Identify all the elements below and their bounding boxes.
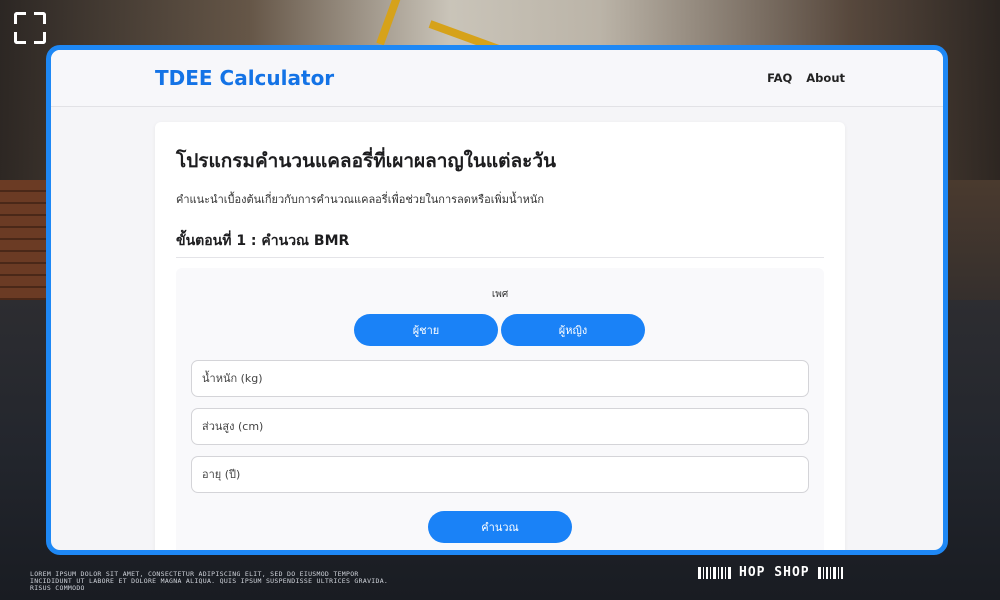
weight-input[interactable] — [191, 360, 809, 397]
lorem-caption: LOREM IPSUM DOLOR SIT AMET, CONSECTETUR … — [30, 570, 389, 592]
calculator-card: โปรแกรมคำนวนแคลอรี่ที่เผาผลาญในแต่ละวัน … — [155, 122, 845, 550]
navbar: TDEE Calculator FAQ About — [51, 50, 943, 107]
gender-label: เพศ — [491, 289, 509, 300]
divider — [176, 257, 824, 258]
height-input[interactable] — [191, 408, 809, 445]
brand-logo[interactable]: TDEE Calculator — [155, 66, 334, 90]
gender-female-button[interactable]: ผู้หญิง — [501, 314, 645, 346]
age-input[interactable] — [191, 456, 809, 493]
frame-corners-icon — [14, 12, 46, 44]
barcode-icon — [817, 566, 843, 579]
shop-logo: HOP SHOP — [698, 565, 843, 580]
browser-window: TDEE Calculator FAQ About โปรแกรมคำนวนแค… — [46, 45, 948, 555]
nav-link-faq[interactable]: FAQ — [767, 71, 792, 85]
gender-male-button[interactable]: ผู้ชาย — [354, 314, 498, 346]
calculate-button[interactable]: คำนวณ — [428, 511, 572, 543]
step-title: ขั้นตอนที่ 1 : คำนวณ BMR — [176, 233, 350, 249]
nav-links: FAQ About — [767, 71, 845, 85]
shop-logo-text: HOP SHOP — [739, 565, 810, 580]
barcode-icon — [698, 566, 731, 579]
nav-link-about[interactable]: About — [806, 71, 845, 85]
page-title: โปรแกรมคำนวนแคลอรี่ที่เผาผลาญในแต่ละวัน — [176, 150, 556, 172]
bmr-form: เพศ ผู้ชาย ผู้หญิง คำนวณ — [176, 268, 824, 550]
page-subtitle: คำแนะนำเบื้องต้นเกี่ยวกับการคำนวณแคลอรี่… — [176, 193, 545, 206]
